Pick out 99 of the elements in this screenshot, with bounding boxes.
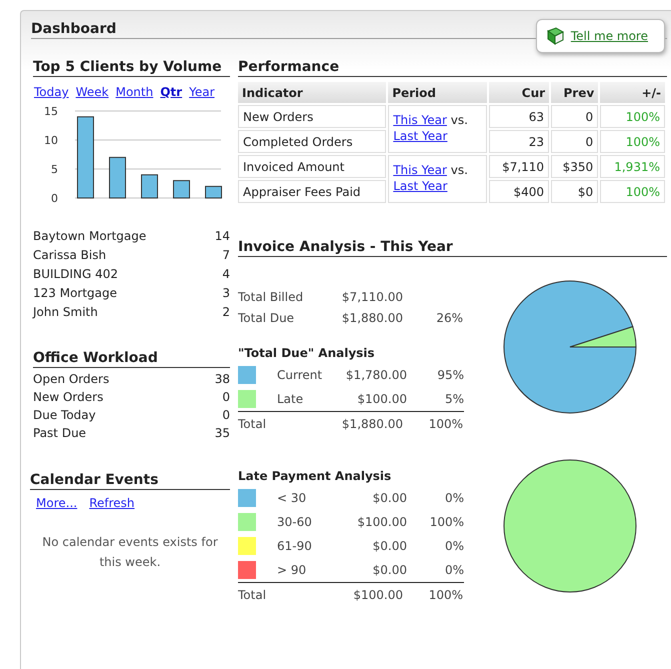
table-cell: 63 [488,105,550,128]
client-count: 3 [222,285,230,302]
table-cell: 100% [600,180,665,203]
table-cell: $7,110 [488,155,550,178]
table-cell: 0 [551,130,598,153]
workload-value: 0 [222,389,230,406]
axis-tick-label: 10 [44,134,58,147]
table-cell: 100% [600,105,665,128]
period-link[interactable]: Qtr [160,85,182,99]
table-cell: New Orders [238,105,386,128]
legend-label: 61-90 [277,539,313,553]
table-cell: $400 [488,180,550,203]
client-name: BUILDING 402 [33,266,118,283]
legend-percent: 0% [444,539,464,553]
legend-label: Late [277,392,304,406]
workload-value: 38 [214,371,230,388]
workload-label: New Orders [33,389,104,406]
legend-percent: 5% [444,392,464,406]
table-cell: Appraiser Fees Paid [238,180,386,203]
bar [109,156,126,198]
client-count: 14 [214,228,230,245]
table-cell: Invoiced Amount [238,155,386,178]
column-header: Indicator [238,82,386,103]
workload-label: Open Orders [33,371,110,388]
client-count: 2 [222,304,230,321]
bar [141,174,158,198]
client-name: 123 Mortgage [33,285,118,302]
legend-label: 30-60 [277,515,313,529]
workload-value: 35 [214,425,230,442]
column-header: Prev [551,82,598,103]
legend-amount: $100.00 [356,515,407,529]
analysis-heading: Late Payment Analysis [238,468,392,485]
axis-tick-label: 0 [51,192,58,205]
period-text: vs. [450,163,468,177]
table-cell: 23 [488,130,550,153]
summary-percent: 26% [435,310,463,327]
period-link[interactable]: Last Year [393,129,448,143]
period-link[interactable]: Month [116,85,154,99]
workload-value: 0 [222,407,230,424]
summary-amount: $1,880.00 [340,310,403,327]
legend-percent: 0% [444,491,464,505]
period-link[interactable]: This Year [393,113,447,127]
client-name: Carissa Bish [33,247,106,264]
workload-label: Past Due [33,425,86,442]
period-link[interactable]: Last Year [393,179,448,193]
legend-label: > 90 [277,563,308,577]
section-heading: Office Workload [33,350,230,368]
bar [173,180,190,198]
total-percent: 100% [428,417,463,431]
table-cell: 0 [551,105,598,128]
client-name: John Smith [33,304,98,321]
total-percent: 100% [428,588,463,602]
legend-amount: $100.00 [356,392,407,406]
client-count: 7 [222,247,230,264]
period-link[interactable]: This Year [393,163,447,177]
summary-label: Total Billed [238,289,304,306]
period-text: vs. [450,113,468,127]
section-heading: Calendar Events [30,472,230,490]
legend-amount: $0.00 [372,539,407,553]
total-label: Total [238,588,268,602]
legend-label: Current [277,368,324,382]
workload-label: Due Today [33,407,96,424]
bar [205,186,222,198]
section-heading: Invoice Analysis - This Year [238,239,667,257]
analysis-heading: "Total Due" Analysis [238,345,376,362]
table-cell: Completed Orders [238,130,386,153]
total-amount: $1,880.00 [340,417,403,431]
column-header: Cur [488,82,550,103]
calendar-link[interactable]: More... [36,496,78,510]
calendar-link[interactable]: Refresh [89,496,135,510]
period-link[interactable]: Week [76,85,109,99]
axis-tick-label: 5 [51,163,58,176]
column-header: +/- [600,82,665,103]
summary-amount: $7,110.00 [340,289,403,306]
page-title: Dashboard [31,21,116,38]
period-link[interactable]: Year [189,85,214,99]
table-cell: $350 [551,155,598,178]
client-name: Baytown Mortgage [33,228,146,245]
empty-message: No calendar events exists for this week. [41,534,219,571]
help-link[interactable]: Tell me more [536,19,665,53]
column-header: Period [388,82,487,103]
client-count: 4 [222,266,230,283]
legend-percent: 100% [428,515,464,529]
section-heading: Performance [238,59,667,77]
legend-percent: 0% [444,563,464,577]
table-cell: $0 [551,180,598,203]
table-cell: 100% [600,130,665,153]
period-link[interactable]: Today [34,85,69,99]
total-amount: $100.00 [352,588,403,602]
table-cell: 1,931% [600,155,665,178]
legend-amount: $1,780.00 [344,368,407,382]
legend-amount: $0.00 [372,563,407,577]
section-heading: Top 5 Clients by Volume [33,59,230,77]
summary-label: Total Due [238,310,296,327]
legend-label: < 30 [277,491,308,505]
legend-percent: 95% [436,368,464,382]
legend-amount: $0.00 [372,491,407,505]
total-label: Total [238,417,268,431]
axis-tick-label: 15 [44,105,58,118]
